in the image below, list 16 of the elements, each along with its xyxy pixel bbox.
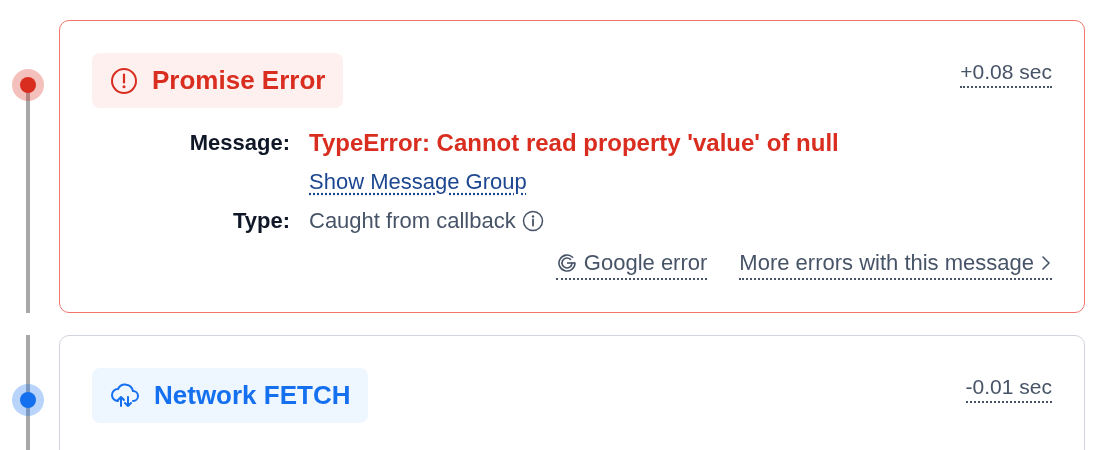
google-error-link[interactable]: Google error — [555, 250, 708, 280]
info-icon[interactable] — [521, 209, 544, 232]
error-message: TypeError: Cannot read property 'value' of null — [309, 128, 839, 158]
cloud-upload-download-icon — [110, 381, 140, 410]
more-errors-link[interactable]: More errors with this message — [739, 250, 1052, 280]
alert-icon — [110, 66, 138, 95]
event-title: Network FETCH — [154, 380, 351, 411]
field-label: Message: — [188, 129, 290, 157]
time-offset[interactable]: -0.01 sec — [965, 375, 1052, 403]
chevron-right-icon — [1040, 254, 1052, 272]
time-offset[interactable]: +0.08 sec — [960, 60, 1052, 88]
google-icon — [555, 252, 578, 274]
field-value: Caught from callback — [309, 207, 516, 235]
event-title: Promise Error — [152, 65, 326, 96]
show-message-group-link[interactable]: Show Message Group — [309, 162, 527, 201]
field-label: Type: — [231, 207, 290, 235]
